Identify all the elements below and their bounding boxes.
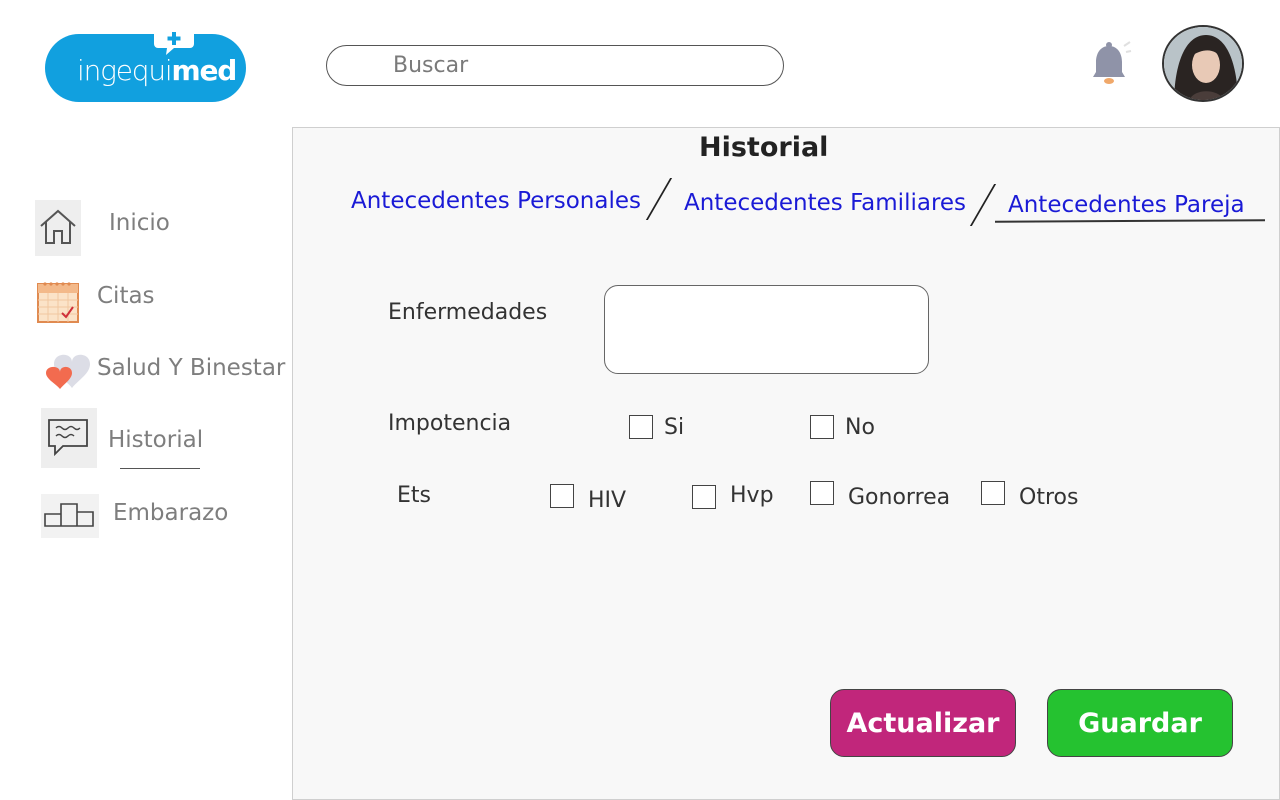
impotencia-no-checkbox[interactable] xyxy=(810,415,834,439)
home-icon xyxy=(35,200,81,256)
sidebar-item-historial[interactable]: Historial xyxy=(41,408,221,468)
app-root: ingequimed Buscar Inicio Citas Salud Y B… xyxy=(0,0,1280,800)
ets-gonorrea-label: Gonorrea xyxy=(848,485,951,510)
sidebar-item-embarazo[interactable]: Embarazo xyxy=(41,494,241,538)
podium-icon xyxy=(41,494,99,538)
calendar-icon xyxy=(37,282,79,323)
ets-hvp-checkbox[interactable] xyxy=(692,485,716,509)
active-tab-indicator xyxy=(994,219,1266,223)
logo-text: ingequimed xyxy=(77,54,237,87)
ets-otros-label: Otros xyxy=(1019,485,1079,510)
guardar-button[interactable]: Guardar xyxy=(1047,689,1233,757)
medical-chat-icon xyxy=(154,28,194,55)
tab-antecedentes-personales[interactable]: Antecedentes Personales xyxy=(351,188,641,214)
sidebar-item-label: Historial xyxy=(108,427,204,453)
tab-separator xyxy=(969,184,997,226)
sidebar-item-label: Embarazo xyxy=(113,500,229,526)
ets-hvp-label: Hvp xyxy=(730,483,774,508)
sidebar-item-label: Citas xyxy=(97,283,155,309)
heart-icon xyxy=(46,354,90,389)
user-avatar[interactable] xyxy=(1162,25,1244,102)
sidebar-item-label: Salud Y Binestar xyxy=(97,355,286,381)
ets-gonorrea-checkbox[interactable] xyxy=(810,481,834,505)
page-title: Historial xyxy=(699,132,829,163)
active-nav-indicator xyxy=(120,468,200,469)
enfermedades-label: Enfermedades xyxy=(388,300,548,325)
sidebar-item-salud[interactable]: Salud Y Binestar xyxy=(42,348,286,400)
actualizar-button[interactable]: Actualizar xyxy=(830,689,1016,757)
chat-bubble-icon xyxy=(41,408,97,468)
impotencia-si-checkbox[interactable] xyxy=(629,415,653,439)
enfermedades-field[interactable] xyxy=(604,285,929,374)
search-input[interactable]: Buscar xyxy=(326,45,784,86)
tab-antecedentes-familiares[interactable]: Antecedentes Familiares xyxy=(684,190,966,216)
search-placeholder: Buscar xyxy=(393,53,469,78)
tab-antecedentes-pareja[interactable]: Antecedentes Pareja xyxy=(1008,192,1245,218)
ets-label: Ets xyxy=(397,483,431,508)
tab-separator xyxy=(645,178,673,220)
impotencia-si-label: Si xyxy=(664,415,685,440)
ets-hiv-label: HIV xyxy=(588,488,627,513)
historial-panel: Historial Antecedentes Personales Antece… xyxy=(292,127,1280,800)
avatar-photo xyxy=(1164,27,1242,100)
impotencia-label: Impotencia xyxy=(388,411,512,436)
ets-hiv-checkbox[interactable] xyxy=(550,484,574,508)
impotencia-no-label: No xyxy=(845,415,875,440)
ingequimed-logo[interactable]: ingequimed xyxy=(45,28,246,102)
sidebar-item-label: Inicio xyxy=(109,210,170,236)
ets-otros-checkbox[interactable] xyxy=(981,481,1005,505)
bell-icon[interactable] xyxy=(1086,40,1132,90)
sidebar-item-inicio[interactable]: Inicio xyxy=(35,200,215,256)
sidebar-item-citas[interactable]: Citas xyxy=(36,280,216,326)
